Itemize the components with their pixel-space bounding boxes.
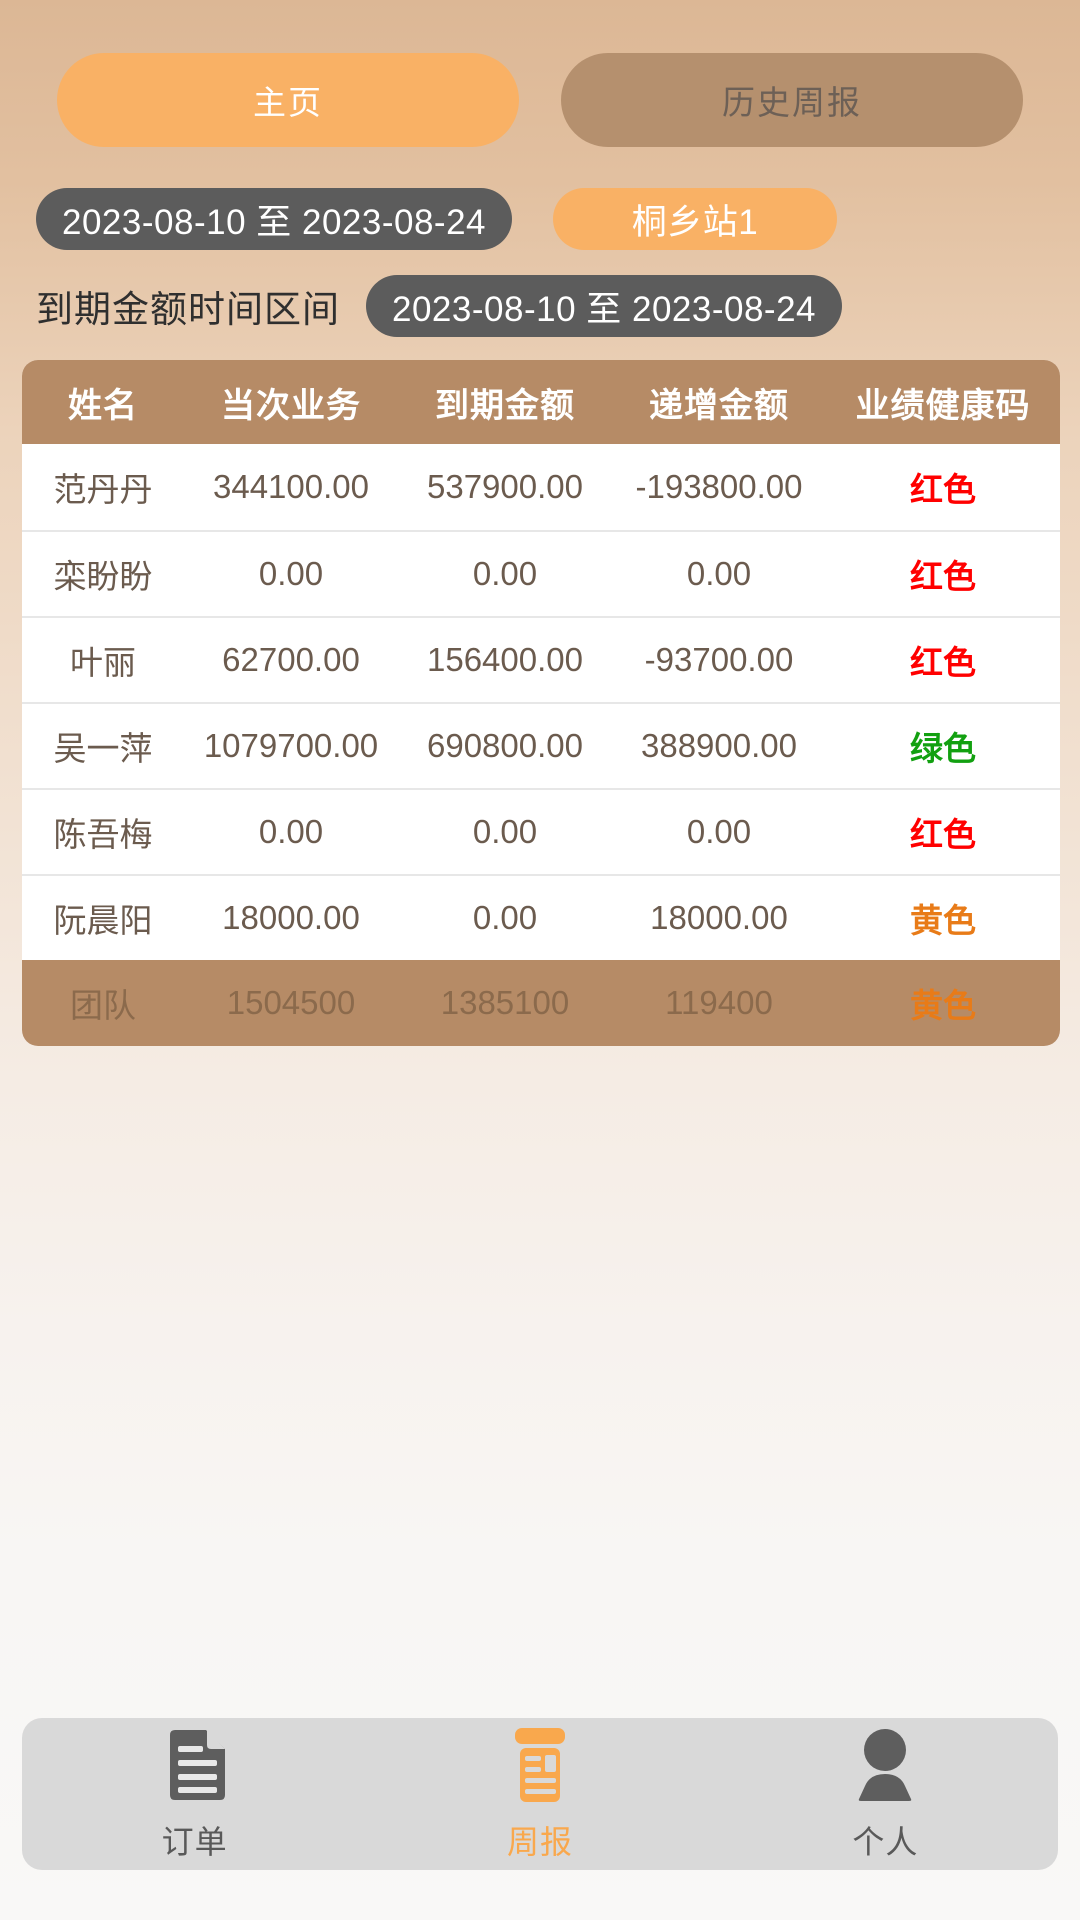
bottom-nav-label-profile: 个人 (852, 1824, 919, 1860)
due-date-range-chip[interactable]: 2023-08-10 至 2023-08-24 (366, 275, 843, 337)
table-row[interactable]: 栾盼盼 0.00 0.00 0.00 红色 (22, 530, 1060, 616)
cell-total-increment: 119400 (665, 984, 773, 1021)
column-header-health-code: 业绩健康码 (855, 386, 1031, 425)
cell-increment: 0.00 (686, 813, 752, 850)
cell-current: 0.00 (258, 555, 324, 592)
bottom-nav-label-orders: 订单 (161, 1824, 228, 1860)
cell-name: 栾盼盼 (53, 558, 153, 595)
table-total-row: 团队 1504500 1385100 119400 黄色 (22, 960, 1060, 1046)
bottom-nav-item-profile[interactable]: 个人 (713, 1718, 1058, 1870)
table-row[interactable]: 阮晨阳 18000.00 0.00 18000.00 黄色 (22, 874, 1060, 960)
cell-current: 344100.00 (213, 468, 369, 505)
cell-total-name: 团队 (70, 987, 136, 1024)
tab-history-weekly-report-label: 历史周报 (722, 84, 862, 121)
cell-increment: 18000.00 (650, 899, 788, 936)
cell-total-health-code: 黄色 (910, 987, 976, 1024)
due-amount-range-label: 到期金额时间区间 (36, 289, 340, 330)
table-row[interactable]: 范丹丹 344100.00 537900.00 -193800.00 红色 (22, 444, 1060, 530)
cell-due: 537900.00 (427, 468, 583, 505)
station-chip[interactable]: 桐乡站1 (553, 188, 837, 250)
cell-increment: 0.00 (686, 555, 752, 592)
station-chip-label: 桐乡站1 (631, 202, 759, 242)
bottom-nav-label-weekly-report: 周报 (506, 1824, 573, 1860)
performance-table: 姓名 当次业务 到期金额 递增金额 业绩健康码 范丹丹 344100.00 53… (22, 360, 1060, 1046)
cell-name: 陈吾梅 (53, 816, 153, 853)
cell-health-code: 红色 (910, 558, 976, 595)
cell-increment: -93700.00 (644, 641, 794, 678)
cell-current: 18000.00 (222, 899, 360, 936)
due-date-range-chip-label: 2023-08-10 至 2023-08-24 (392, 289, 817, 329)
column-header-name: 姓名 (68, 386, 138, 425)
cell-health-code: 红色 (910, 816, 976, 853)
column-header-current: 当次业务 (221, 386, 361, 425)
report-icon (503, 1725, 577, 1805)
bottom-nav-bar: 订单 周报 个人 (22, 1718, 1058, 1870)
person-icon (848, 1725, 922, 1805)
cell-current: 1079700.00 (203, 727, 379, 764)
table-row[interactable]: 陈吾梅 0.00 0.00 0.00 红色 (22, 788, 1060, 874)
document-icon (158, 1725, 232, 1805)
cell-due: 0.00 (472, 899, 538, 936)
tab-history-weekly-report[interactable]: 历史周报 (561, 53, 1023, 147)
table-row[interactable]: 叶丽 62700.00 156400.00 -93700.00 红色 (22, 616, 1060, 702)
cell-total-due: 1385100 (440, 984, 570, 1021)
filter-chip-row: 2023-08-10 至 2023-08-24 桐乡站1 (0, 188, 1080, 250)
column-header-due: 到期金额 (435, 386, 575, 425)
cell-due: 0.00 (472, 555, 538, 592)
due-amount-range-row: 到期金额时间区间 2023-08-10 至 2023-08-24 (36, 275, 1046, 337)
cell-name: 吴一萍 (53, 730, 153, 767)
cell-name: 阮晨阳 (53, 902, 153, 939)
app-screen: 主页 历史周报 2023-08-10 至 2023-08-24 桐乡站1 到期金… (0, 0, 1080, 1920)
cell-health-code: 黄色 (910, 902, 976, 939)
tab-home-label: 主页 (253, 84, 323, 121)
cell-increment: -193800.00 (635, 468, 803, 505)
cell-due: 690800.00 (427, 727, 583, 764)
cell-health-code: 红色 (910, 471, 976, 508)
date-range-chip-label: 2023-08-10 至 2023-08-24 (62, 202, 487, 242)
bottom-nav-item-orders[interactable]: 订单 (22, 1718, 367, 1870)
cell-health-code: 红色 (910, 644, 976, 681)
tab-home[interactable]: 主页 (57, 53, 519, 147)
cell-health-code: 绿色 (910, 730, 976, 767)
date-range-chip[interactable]: 2023-08-10 至 2023-08-24 (36, 188, 513, 250)
cell-total-current: 1504500 (226, 984, 356, 1021)
cell-name: 叶丽 (70, 644, 136, 681)
top-tab-group: 主页 历史周报 (57, 53, 1023, 147)
bottom-nav-item-weekly-report[interactable]: 周报 (367, 1718, 712, 1870)
cell-name: 范丹丹 (53, 471, 153, 508)
cell-current: 62700.00 (222, 641, 360, 678)
table-header-row: 姓名 当次业务 到期金额 递增金额 业绩健康码 (22, 360, 1060, 444)
table-row[interactable]: 吴一萍 1079700.00 690800.00 388900.00 绿色 (22, 702, 1060, 788)
column-header-increment: 递增金额 (649, 386, 789, 425)
cell-increment: 388900.00 (641, 727, 797, 764)
cell-due: 156400.00 (427, 641, 583, 678)
cell-current: 0.00 (258, 813, 324, 850)
cell-due: 0.00 (472, 813, 538, 850)
